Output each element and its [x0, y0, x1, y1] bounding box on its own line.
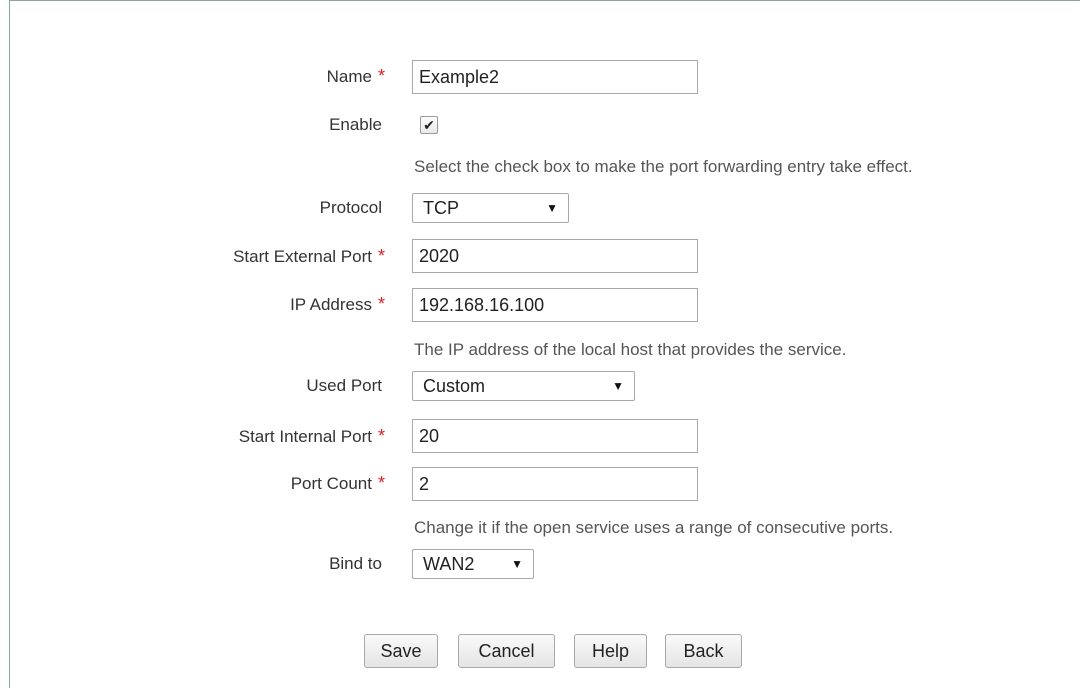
start-internal-port-input[interactable] [412, 419, 698, 453]
check-icon: ✔ [423, 117, 435, 133]
start-internal-port-label-text: Start Internal Port [238, 427, 372, 446]
required-asterisk: * [377, 66, 385, 86]
enable-checkbox[interactable]: ✔ [420, 116, 438, 134]
chevron-down-icon: ▼ [511, 557, 523, 571]
start-internal-port-label: Start Internal Port * [239, 420, 385, 452]
required-asterisk: * [377, 426, 385, 446]
back-button[interactable]: Back [665, 634, 742, 668]
ip-address-input[interactable] [412, 288, 698, 322]
bind-to-select-value: WAN2 [423, 553, 475, 574]
chevron-down-icon: ▼ [546, 201, 558, 215]
port-count-label: Port Count * [291, 467, 385, 499]
chevron-down-icon: ▼ [612, 379, 624, 393]
ip-address-hint: The IP address of the local host that pr… [414, 340, 847, 359]
used-port-label: Used Port [306, 376, 382, 395]
protocol-label: Protocol [319, 198, 382, 217]
start-external-port-label: Start External Port * [233, 240, 385, 272]
bind-to-select[interactable]: WAN2 ▼ [412, 549, 534, 579]
enable-label: Enable [329, 115, 382, 134]
bind-to-label: Bind to [329, 554, 382, 573]
required-asterisk: * [377, 246, 385, 266]
used-port-select[interactable]: Custom ▼ [412, 371, 635, 401]
port-count-input[interactable] [412, 467, 698, 501]
protocol-select[interactable]: TCP ▼ [412, 193, 569, 223]
port-count-label-text: Port Count [290, 474, 372, 493]
required-asterisk: * [377, 294, 385, 314]
help-button[interactable]: Help [574, 634, 647, 668]
save-button[interactable]: Save [364, 634, 438, 668]
used-port-select-value: Custom [423, 375, 486, 396]
start-external-port-label-text: Start External Port [233, 247, 372, 266]
required-asterisk: * [377, 473, 385, 493]
start-external-port-input[interactable] [412, 239, 698, 273]
name-input[interactable] [412, 60, 698, 94]
name-label-text: Name [326, 67, 372, 86]
enable-hint: Select the check box to make the port fo… [414, 157, 913, 176]
cancel-button[interactable]: Cancel [458, 634, 555, 668]
protocol-select-value: TCP [423, 197, 459, 218]
name-label: Name * [327, 60, 385, 92]
ip-address-label: IP Address * [290, 288, 385, 320]
port-count-hint: Change it if the open service uses a ran… [414, 518, 894, 537]
ip-address-label-text: IP Address [290, 295, 372, 314]
